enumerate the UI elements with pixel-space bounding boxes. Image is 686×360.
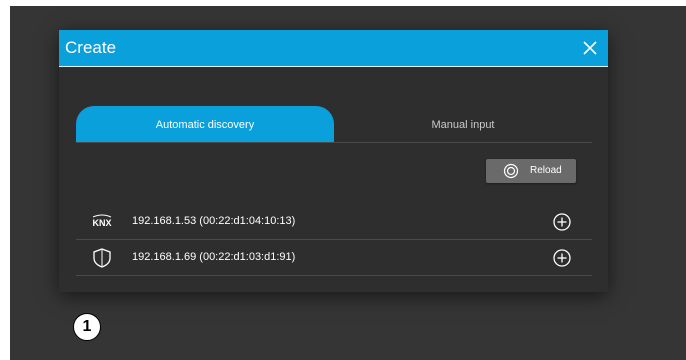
close-icon	[583, 41, 597, 55]
dialog-title: Create	[65, 38, 117, 57]
close-button[interactable]	[580, 38, 600, 58]
reload-button[interactable]: Reload	[486, 159, 576, 183]
device-address: 192.168.1.53 (00:22:d1:04:10:13)	[132, 215, 296, 227]
device-row[interactable]: KNX 192.168.1.53 (00:22:d1:04:10:13)	[76, 204, 592, 240]
device-address: 192.168.1.69 (00:22:d1:03:d1:91)	[132, 251, 296, 263]
device-row[interactable]: 192.168.1.69 (00:22:d1:03:d1:91)	[76, 240, 592, 276]
add-device-button[interactable]	[552, 248, 572, 268]
tab-manual-input[interactable]: Manual input	[334, 106, 592, 142]
add-circle-icon	[553, 249, 571, 267]
reload-label: Reload	[530, 165, 562, 176]
tab-automatic-discovery[interactable]: Automatic discovery	[76, 106, 334, 142]
shield-icon	[93, 248, 111, 268]
callout-number-badge: 1	[73, 313, 101, 341]
tab-bar: Automatic discovery Manual input	[76, 106, 592, 143]
add-circle-icon	[553, 213, 571, 231]
reload-icon	[503, 163, 519, 179]
knx-icon: KNX	[92, 214, 112, 228]
add-device-button[interactable]	[552, 212, 572, 232]
dialog-titlebar: Create	[59, 30, 608, 67]
svg-text:KNX: KNX	[92, 218, 111, 228]
create-dialog: Create Automatic discovery Manual input …	[59, 30, 608, 292]
